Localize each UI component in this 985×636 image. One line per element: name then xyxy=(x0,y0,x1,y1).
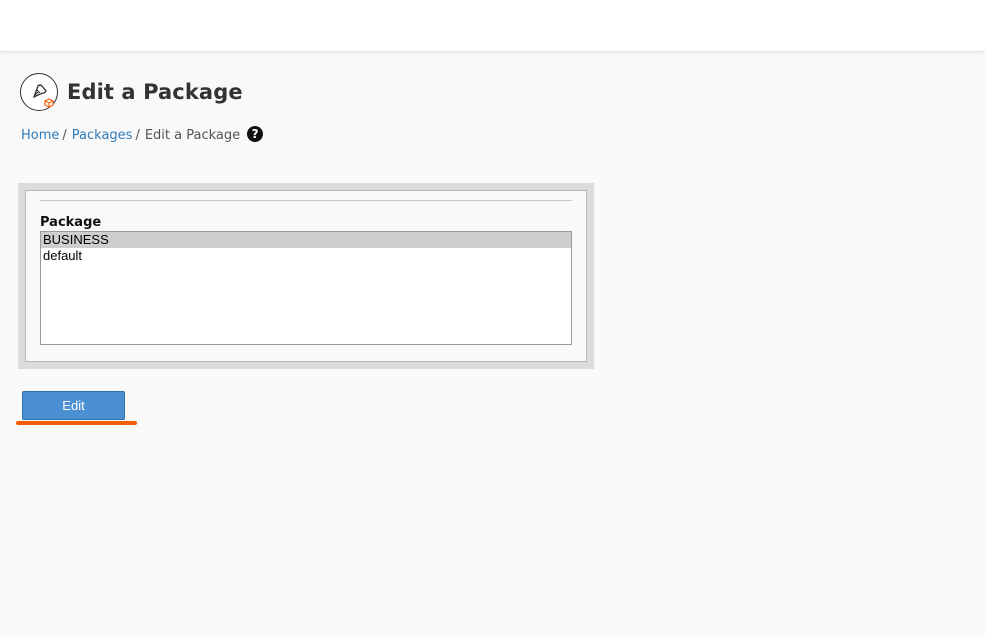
divider xyxy=(40,200,572,201)
question-circle-icon[interactable]: ? xyxy=(247,125,264,142)
breadcrumb: Home / Packages / Edit a Package ? xyxy=(21,125,264,143)
package-label: Package xyxy=(40,215,102,230)
package-listbox[interactable]: BUSINESS default xyxy=(40,231,572,345)
top-bar xyxy=(0,0,985,52)
panel-body: Package BUSINESS default xyxy=(25,190,587,362)
breadcrumb-separator: / xyxy=(135,128,140,143)
breadcrumb-packages-link[interactable]: Packages xyxy=(72,128,133,143)
page-title: Edit a Package xyxy=(67,80,243,104)
edit-button[interactable]: Edit xyxy=(22,391,125,420)
package-option-default[interactable]: default xyxy=(41,248,571,264)
breadcrumb-current: Edit a Package xyxy=(144,128,241,143)
highlight-underline xyxy=(16,421,137,425)
breadcrumb-separator: / xyxy=(62,128,67,143)
package-editor-icon xyxy=(20,73,58,111)
edit-package-panel: Package BUSINESS default xyxy=(18,183,594,369)
page-header: Edit a Package xyxy=(20,73,243,111)
breadcrumb-home-link[interactable]: Home xyxy=(21,128,59,143)
package-option-business[interactable]: BUSINESS xyxy=(41,232,571,248)
